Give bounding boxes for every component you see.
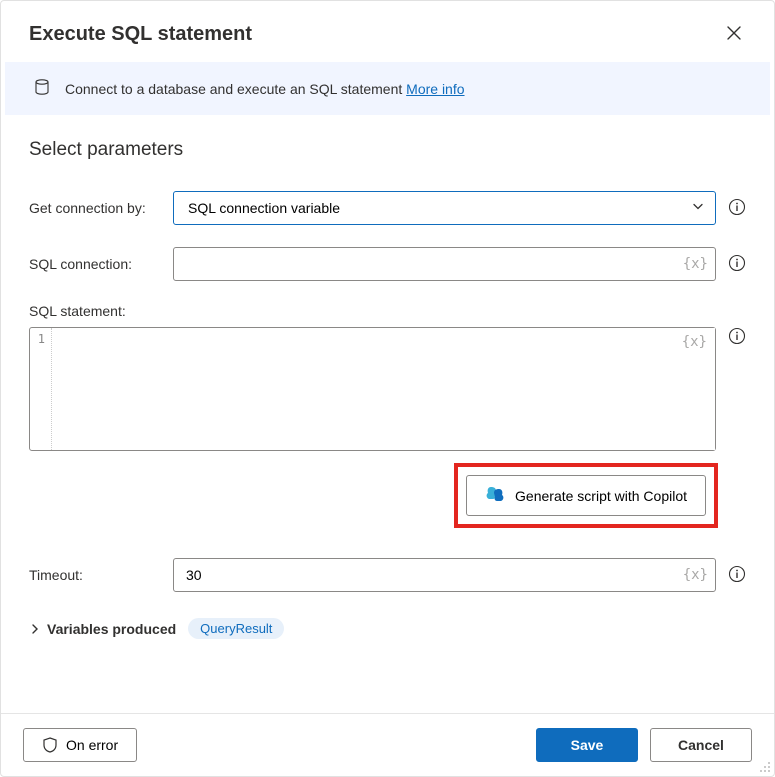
- copilot-icon: [485, 484, 505, 507]
- dialog-title: Execute SQL statement: [29, 23, 252, 46]
- chevron-right-icon: [29, 623, 41, 635]
- section-heading: Select parameters: [29, 139, 746, 161]
- line-gutter: 1: [30, 328, 52, 450]
- more-info-link[interactable]: More info: [406, 81, 464, 97]
- get-connection-select[interactable]: SQL connection variable: [173, 191, 716, 225]
- get-connection-label: Get connection by:: [29, 200, 161, 216]
- info-icon[interactable]: [728, 254, 746, 275]
- variable-icon[interactable]: {x}: [683, 567, 708, 583]
- cancel-button[interactable]: Cancel: [650, 728, 752, 762]
- variables-produced-toggle[interactable]: Variables produced: [29, 621, 176, 637]
- database-icon: [33, 78, 51, 99]
- info-icon[interactable]: [728, 198, 746, 219]
- variable-icon[interactable]: {x}: [683, 256, 708, 272]
- generate-script-button[interactable]: Generate script with Copilot: [466, 475, 706, 516]
- info-icon[interactable]: [728, 565, 746, 586]
- sql-connection-label: SQL connection:: [29, 256, 161, 272]
- sql-connection-input[interactable]: [173, 247, 716, 281]
- highlight-box: Generate script with Copilot: [454, 463, 718, 528]
- close-button[interactable]: [722, 21, 746, 48]
- banner-text: Connect to a database and execute an SQL…: [65, 81, 465, 97]
- variable-icon[interactable]: {x}: [682, 334, 707, 350]
- close-icon: [726, 25, 742, 41]
- sql-statement-editor[interactable]: 1 {x}: [29, 327, 716, 451]
- chevron-down-icon: [691, 200, 705, 217]
- timeout-label: Timeout:: [29, 567, 161, 583]
- variable-chip[interactable]: QueryResult: [188, 618, 284, 639]
- info-icon[interactable]: [728, 327, 746, 348]
- shield-icon: [42, 737, 58, 753]
- on-error-button[interactable]: On error: [23, 728, 137, 762]
- info-banner: Connect to a database and execute an SQL…: [5, 62, 770, 115]
- resize-grip-icon[interactable]: [759, 761, 771, 773]
- save-button[interactable]: Save: [536, 728, 638, 762]
- sql-statement-label: SQL statement:: [29, 303, 746, 319]
- sql-statement-textarea[interactable]: [52, 328, 715, 450]
- timeout-input[interactable]: [173, 558, 716, 592]
